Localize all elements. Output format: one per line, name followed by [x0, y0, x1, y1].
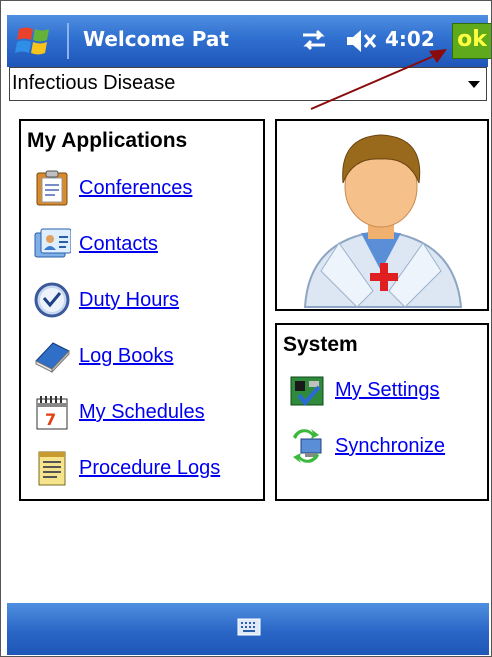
ok-button[interactable]: ok: [452, 23, 491, 59]
app-item-label[interactable]: Procedure Logs: [79, 457, 220, 480]
bottom-menu-bar: [7, 603, 489, 655]
app-item-label[interactable]: My Schedules: [79, 401, 205, 424]
system-item-label[interactable]: Synchronize: [335, 435, 445, 458]
app-item-label[interactable]: Conferences: [79, 177, 192, 200]
system-heading: System: [283, 333, 358, 356]
volume-muted-icon[interactable]: [345, 27, 379, 55]
window-title: Welcome Pat: [83, 27, 229, 51]
dropdown-arrow-icon[interactable]: [468, 81, 480, 88]
notepad-icon: [38, 451, 66, 486]
title-divider: [67, 23, 69, 59]
sync-icon: [293, 429, 322, 463]
dropdown-selected-value: Infectious Disease: [12, 72, 176, 94]
svg-text:7: 7: [45, 410, 56, 429]
title-bar: Welcome Pat 4:02 ok: [7, 15, 491, 67]
keyboard-icon[interactable]: [237, 617, 261, 637]
doctor-avatar-icon: [303, 134, 463, 308]
clipboard-icon: [36, 170, 68, 206]
system-panel: System My Settings Synchronize: [275, 323, 489, 501]
clock-icon: [34, 282, 70, 318]
app-item-label[interactable]: Contacts: [79, 233, 158, 256]
calendar-icon: 7: [36, 396, 68, 430]
book-icon: [35, 342, 70, 374]
app-item-label[interactable]: Duty Hours: [79, 289, 179, 312]
device-screen: Welcome Pat 4:02 ok Infectious Disease M…: [0, 0, 492, 657]
windows-start-icon[interactable]: [15, 23, 55, 59]
app-item-label[interactable]: Log Books: [79, 345, 174, 368]
user-avatar-panel: [275, 119, 489, 311]
clock-time[interactable]: 4:02: [385, 27, 435, 51]
specialty-dropdown[interactable]: Infectious Disease: [9, 67, 487, 101]
applications-heading: My Applications: [27, 129, 188, 152]
system-item-label[interactable]: My Settings: [335, 379, 439, 402]
contacts-card-icon: [34, 228, 71, 258]
settings-card-icon: [290, 376, 324, 407]
connectivity-icon[interactable]: [299, 25, 329, 55]
applications-panel: My Applications Conferences Contacts Dut…: [19, 119, 265, 501]
